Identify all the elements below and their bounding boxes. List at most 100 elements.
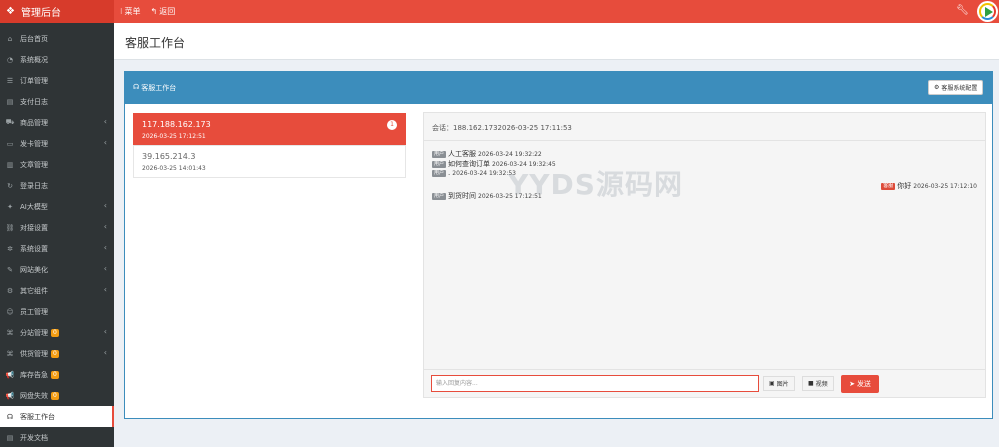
video-button-label: 视频 [815, 381, 828, 388]
reply-input[interactable] [431, 375, 759, 392]
back-button[interactable]: ↰ 返回 [151, 6, 176, 17]
list-icon: ☰ [6, 76, 14, 85]
top-bar: ❖ 管理后台 ⁝ 菜单 ↰ 返回 🔧︎ [0, 0, 999, 23]
image-button[interactable]: ▣ 图片 [763, 376, 795, 391]
chevron-left-icon: ‹ [103, 201, 107, 210]
sidebar-item[interactable]: ⌘ 供货管理 0 ‹ [0, 343, 114, 364]
message-text: 如何查询订单 [448, 160, 491, 168]
sidebar-item-label: 分站管理 [20, 328, 48, 337]
headset-icon: ☊ [133, 83, 140, 91]
message-text: 你好 [897, 182, 912, 190]
sidebar-item[interactable]: 📢 网盘失效 0 [0, 385, 114, 406]
chevron-left-icon: ‹ [103, 327, 107, 336]
sidebar-item-label: 客服工作台 [20, 412, 55, 421]
sidebar-item-label: 员工管理 [20, 307, 48, 316]
role-badge: 用户 [432, 192, 447, 200]
image-button-label: 图片 [776, 381, 789, 388]
sidebar-item[interactable]: ▤ 支付日志 [0, 91, 114, 112]
chevron-left-icon: ‹ [103, 264, 107, 273]
app-title: 管理后台 [20, 8, 61, 19]
sidebar-item[interactable]: ◔ 系统概况 [0, 49, 114, 70]
sidebar-item[interactable]: ☊ 客服工作台 [0, 406, 114, 427]
cogs-icon: ⚙ [6, 286, 14, 295]
sidebar-item[interactable]: ▭ 发卡管理 ‹ [0, 133, 114, 154]
service-config-button[interactable]: ⚙ 客服系统配置 [928, 80, 984, 95]
count-badge: 0 [51, 370, 59, 379]
message-time: 2026-03-25 17:12:51 [478, 192, 542, 200]
panel-title-text: 客服工作台 [141, 84, 177, 92]
article-icon: ▥ [6, 160, 14, 169]
session-ip: 117.188.162.173 [142, 120, 211, 129]
gear-icon: ⚙ [934, 84, 940, 91]
bullhorn-icon: 📢 [5, 391, 15, 400]
cube-icon: ❖ [6, 6, 15, 17]
sidebar-item[interactable]: ⌂ 后台首页 [0, 28, 114, 49]
chat-message: 用户 到货时间 2026-03-25 17:12:51 [432, 191, 542, 201]
sidebar-item-label: 支付日志 [20, 97, 48, 106]
sidebar-item-label: 对接设置 [20, 223, 48, 232]
sidebar-item[interactable]: ▥ 文章管理 [0, 154, 114, 175]
session-item-2[interactable]: 39.165.214.3 2026-03-25 14:01:43 [133, 145, 406, 178]
avatar[interactable] [977, 1, 998, 22]
message-text: 人工客服 [448, 150, 477, 158]
sidebar-item[interactable]: ✦ AI大模型 ‹ [0, 196, 114, 217]
chat-title: 会话：188.162.1732026-03-25 17:11:53 [432, 124, 572, 132]
workbench-panel: ☊ 客服工作台 ⚙ 客服系统配置 117.188.162.173 2026-03… [124, 71, 993, 419]
chevron-left-icon: ‹ [103, 222, 107, 231]
brand[interactable]: ❖ 管理后台 [0, 0, 114, 23]
sidebar-item[interactable]: ▤ 开发文档 [0, 427, 114, 447]
session-time: 2026-03-25 14:01:43 [142, 165, 206, 172]
menu-icon: ⁝ [120, 7, 123, 16]
sidebar-item[interactable]: ⛟ 商品管理 ‹ [0, 112, 114, 133]
chevron-left-icon: ‹ [103, 348, 107, 357]
unread-badge: 1 [387, 120, 397, 130]
menu-toggle-button[interactable]: ⁝ 菜单 [120, 6, 141, 17]
headset-icon: ☊ [6, 412, 14, 421]
log-icon: ▤ [6, 97, 14, 106]
sidebar-item[interactable]: 📢 库存告急 0 [0, 364, 114, 385]
card-icon: ▭ [6, 139, 14, 148]
sidebar-item-label: 网站美化 [20, 265, 48, 274]
sidebar-item-label: 后台首页 [20, 34, 48, 43]
history-icon: ↻ [7, 181, 13, 190]
sidebar-item[interactable]: ✲ 系统设置 ‹ [0, 238, 114, 259]
video-button[interactable]: ■ 视频 [802, 376, 834, 391]
session-item-1[interactable]: 117.188.162.173 2026-03-25 17:12:51 1 [133, 113, 406, 145]
image-icon: ▣ [769, 380, 775, 387]
back-label: 返回 [159, 7, 176, 16]
doc-icon: ▤ [6, 433, 14, 442]
reply-icon: ↰ [150, 7, 158, 16]
cart-icon: ⛟ [5, 118, 15, 126]
send-button[interactable]: ➤ 发送 [841, 375, 879, 393]
video-icon: ■ [808, 380, 814, 387]
sidebar-item-label: 开发文档 [20, 433, 48, 442]
count-badge: 0 [51, 349, 59, 358]
sidebar-item[interactable]: ✎ 网站美化 ‹ [0, 259, 114, 280]
sidebar-item[interactable]: ☰ 订单管理 [0, 70, 114, 91]
panel-header: ☊ 客服工作台 ⚙ 客服系统配置 [125, 72, 992, 104]
role-badge: 用户 [432, 150, 447, 158]
sidebar-item[interactable]: ⚙ 其它组件 ‹ [0, 280, 114, 301]
chat-window: 会话：188.162.1732026-03-25 17:11:53 用户 人工客… [423, 112, 986, 398]
panel-title: ☊ 客服工作台 [133, 83, 176, 93]
sidebar-item-label: 文章管理 [20, 160, 48, 169]
chat-message-reply: 客服 你好 2026-03-25 17:12:10 [881, 181, 977, 191]
message-time: 2026-03-24 19:32:22 [478, 150, 542, 158]
wrench-icon[interactable]: 🔧︎ [956, 5, 969, 16]
sitemap-icon: ⌘ [6, 328, 14, 337]
sidebar-item-label: 商品管理 [20, 118, 48, 127]
sidebar-item[interactable]: ↻ 登录日志 [0, 175, 114, 196]
sidebar-item[interactable]: ☺ 员工管理 [0, 301, 114, 322]
sidebar-item-label: 其它组件 [20, 286, 48, 295]
gear-icon: ✲ [7, 244, 13, 253]
session-ip: 39.165.214.3 [142, 152, 196, 161]
paper-plane-icon: ➤ [849, 380, 855, 388]
sidebar: ⌂ 后台首页 ◔ 系统概况 ☰ 订单管理 ▤ 支付日志 ⛟ 商品管理 ‹ ▭ 发卡管理 ‹ ▥ 文章管理 ↻ 登录… [0, 23, 114, 447]
sidebar-item[interactable]: ⌘ 分站管理 0 ‹ [0, 322, 114, 343]
sidebar-item-label: AI大模型 [20, 202, 48, 211]
reply-bar: ▣ 图片 ■ 视频 ➤ 发送 [424, 369, 985, 397]
message-text: 到货时间 [448, 192, 477, 200]
chat-message: 用户 . 2026-03-24 19:32:53 [432, 169, 516, 177]
sidebar-item[interactable]: ⛓ 对接设置 ‹ [0, 217, 114, 238]
chat-message: 用户 如何查询订单 2026-03-24 19:32:45 [432, 159, 556, 169]
